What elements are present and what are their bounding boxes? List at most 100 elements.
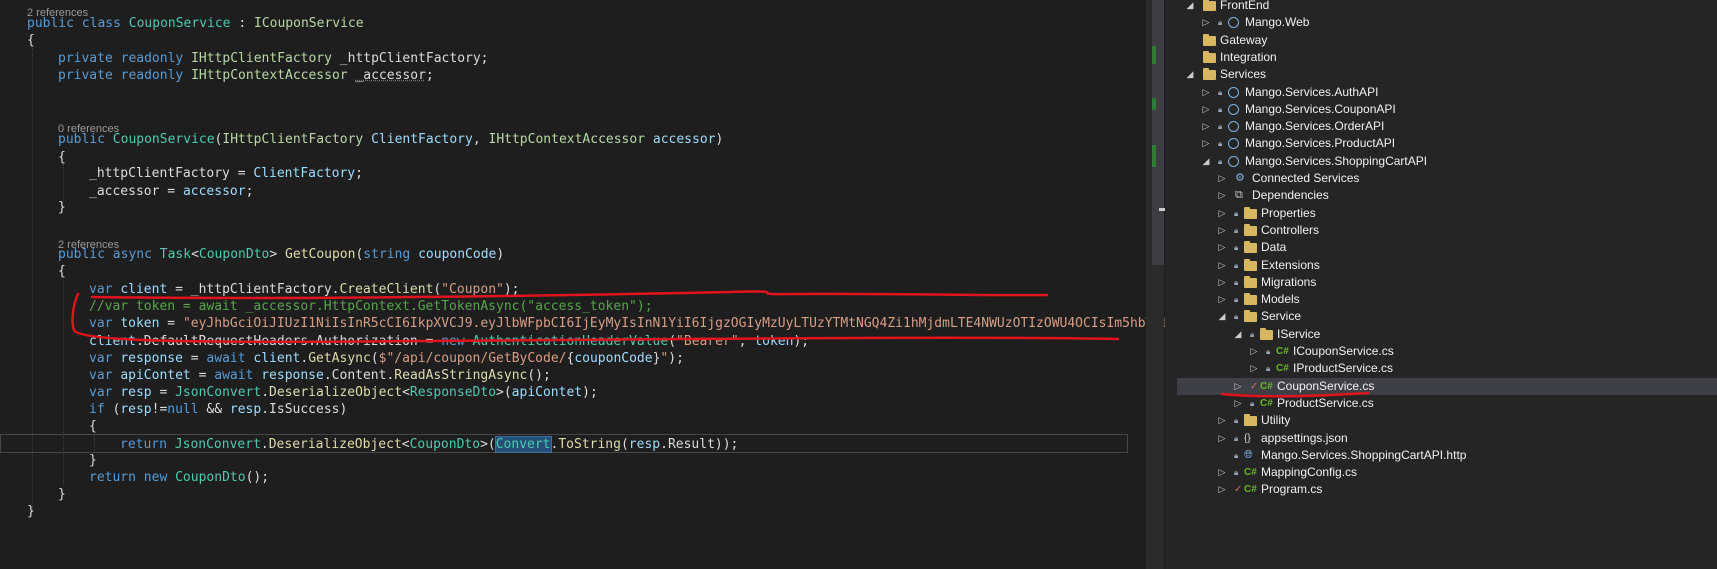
code-token: CouponDto (175, 470, 246, 485)
expand-arrow-icon[interactable]: ▷ (1233, 378, 1243, 395)
code-token: ) (496, 247, 505, 262)
collapse-arrow-icon[interactable]: ◢ (1201, 153, 1211, 170)
code-token: response (120, 351, 183, 366)
expand-arrow-icon[interactable]: ▷ (1249, 343, 1259, 360)
tree-item[interactable]: ▷ 🔒︎ Data (1177, 239, 1717, 256)
tree-item[interactable]: ▷ 🔒︎ Controllers (1177, 222, 1717, 239)
tree-item[interactable]: ▷ 🔒︎ C# ICouponService.cs (1177, 343, 1717, 360)
expand-arrow-icon[interactable]: ▷ (1201, 84, 1211, 101)
collapse-arrow-icon[interactable]: ◢ (1217, 308, 1227, 325)
expand-arrow-icon[interactable]: ▷ (1217, 187, 1227, 204)
code-line[interactable]: public CouponService(IHttpClientFactory … (0, 130, 723, 149)
expand-arrow-icon[interactable]: ▷ (1217, 170, 1227, 187)
collapse-arrow-icon[interactable]: ◢ (1233, 326, 1243, 343)
tree-item[interactable]: ◢ 🔒︎ Service (1177, 308, 1717, 325)
tree-item[interactable]: ▷ ⧉ Dependencies (1177, 187, 1717, 204)
tree-item[interactable]: ◢ 🔒︎ IService (1177, 326, 1717, 343)
tree-item-label: CouponService.cs (1277, 378, 1375, 393)
expand-arrow-icon[interactable]: ▷ (1217, 257, 1227, 274)
expand-arrow-icon[interactable]: ▷ (1233, 395, 1243, 412)
tree-item[interactable]: ▷ 🔒︎ Mango.Web (1177, 14, 1717, 31)
code-token: . (300, 351, 309, 366)
expand-arrow-icon[interactable]: ▷ (1217, 291, 1227, 308)
tree-item[interactable]: ▷ 🔒︎ Mango.Services.AuthAPI (1177, 84, 1717, 101)
tree-item[interactable]: Gateway (1177, 32, 1717, 49)
code-token: IHttpClientFactory (222, 132, 364, 147)
code-token: ClientFactory (371, 132, 473, 147)
code-line[interactable]: var token = "eyJhbGciOiJIUzI1NiIsInR5cCI… (0, 314, 1165, 333)
code-line[interactable]: { (0, 31, 35, 50)
tree-item[interactable]: ▷ 🔒︎ Mango.Services.CouponAPI (1177, 101, 1717, 118)
expand-arrow-icon[interactable]: ▷ (1217, 464, 1227, 481)
code-token: Content (331, 368, 387, 383)
code-line[interactable]: _httpClientFactory = ClientFactory; (0, 164, 363, 183)
tree-item[interactable]: ▷ 🔒︎ Mango.Services.ProductAPI (1177, 135, 1717, 152)
collapse-arrow-icon[interactable]: ◢ (1185, 0, 1195, 14)
code-editor[interactable]: 2 references public class CouponService :… (0, 0, 1165, 569)
tree-item[interactable]: 🔒︎ 🌐︎ Mango.Services.ShoppingCartAPI.http (1177, 447, 1717, 464)
code-token: } (27, 504, 35, 519)
code-token: ) (339, 402, 348, 417)
code-line[interactable]: public async Task<CouponDto> GetCoupon(s… (0, 245, 504, 264)
tree-item[interactable]: ▷ ⚙ Connected Services (1177, 170, 1717, 187)
code-token: DeserializeObject (269, 385, 403, 400)
tree-item[interactable]: ▷ 🔒︎ C# MappingConfig.cs (1177, 464, 1717, 481)
code-line[interactable]: return JsonConvert.DeserializeObject<Cou… (0, 434, 1128, 453)
tree-item-label: Gateway (1220, 32, 1268, 47)
expand-arrow-icon[interactable]: ▷ (1217, 274, 1227, 291)
code-line[interactable]: } (0, 198, 66, 217)
tree-item-label: Mango.Services.CouponAPI (1245, 101, 1396, 116)
code-token: public (58, 247, 113, 262)
tree-item[interactable]: ▷ ✓ C# CouponService.cs (1177, 377, 1717, 395)
tree-item[interactable]: ▷ 🔒︎ {} appsettings.json (1177, 430, 1717, 447)
code-line[interactable]: private readonly IHttpContextAccessor _a… (0, 66, 434, 85)
code-token: ; (245, 184, 254, 199)
expand-arrow-icon[interactable]: ▷ (1201, 135, 1211, 152)
expand-arrow-icon[interactable]: ▷ (1217, 222, 1227, 239)
pane-splitter[interactable] (1165, 0, 1177, 569)
collapse-arrow-icon[interactable]: ◢ (1185, 66, 1195, 83)
code-token: var (89, 368, 121, 383)
tree-item[interactable]: Integration (1177, 49, 1717, 66)
expand-arrow-icon[interactable]: ▷ (1201, 14, 1211, 31)
tree-item[interactable]: ▷ 🔒︎ Migrations (1177, 274, 1717, 291)
tree-item[interactable]: ▷ 🔒︎ Properties (1177, 205, 1717, 222)
expand-arrow-icon[interactable]: ▷ (1201, 118, 1211, 135)
code-line[interactable]: { (0, 262, 66, 281)
expand-arrow-icon[interactable]: ▷ (1217, 412, 1227, 429)
tree-item[interactable]: ▷ 🔒︎ Extensions (1177, 257, 1717, 274)
code-token: response (261, 368, 324, 383)
tree-item[interactable]: ◢ FrontEnd (1177, 0, 1717, 14)
lock-icon: 🔒︎ (1218, 18, 1223, 28)
editor-scrollbar-thumb[interactable] (1152, 0, 1164, 265)
tree-item[interactable]: ▷ 🔒︎ C# ProductService.cs (1177, 395, 1717, 412)
code-token: ClientFactory (253, 166, 356, 181)
expand-arrow-icon[interactable]: ▷ (1217, 205, 1227, 222)
code-line[interactable]: } (0, 502, 35, 521)
expand-arrow-icon[interactable]: ▷ (1217, 239, 1227, 256)
lock-icon: 🔒︎ (1234, 416, 1239, 426)
tree-item[interactable]: ◢ 🔒︎ Mango.Services.ShoppingCartAPI (1177, 153, 1717, 170)
code-token: resp (120, 385, 152, 400)
tree-item[interactable]: ▷ 🔒︎ Models (1177, 291, 1717, 308)
expand-arrow-icon[interactable]: ▷ (1217, 430, 1227, 447)
code-token: public (58, 132, 113, 147)
code-token: return (120, 437, 175, 452)
expand-arrow-icon[interactable]: ▷ (1217, 481, 1227, 498)
tree-item-label: IService (1277, 326, 1321, 341)
code-line[interactable]: public class CouponService : ICouponServ… (0, 14, 364, 33)
lock-icon: 🔒︎ (1218, 139, 1223, 149)
code-token: var (89, 316, 121, 331)
expand-arrow-icon[interactable]: ▷ (1201, 101, 1211, 118)
tree-item[interactable]: ◢ Services (1177, 66, 1717, 83)
code-token: . (261, 385, 270, 400)
code-token: ( (668, 334, 677, 349)
expand-arrow-icon[interactable]: ▷ (1249, 360, 1259, 377)
tree-item[interactable]: ▷ 🔒︎ Mango.Services.OrderAPI (1177, 118, 1717, 135)
tree-item[interactable]: ▷ 🔒︎ C# IProductService.cs (1177, 360, 1717, 377)
tree-item[interactable]: ▷ 🔒︎ Utility (1177, 412, 1717, 429)
tree-item[interactable]: ▷ ✓ C# Program.cs (1177, 481, 1717, 498)
lock-icon: 🔒︎ (1234, 468, 1239, 478)
code-token: Result (667, 437, 715, 452)
tree-item-label: Service (1261, 309, 1302, 324)
